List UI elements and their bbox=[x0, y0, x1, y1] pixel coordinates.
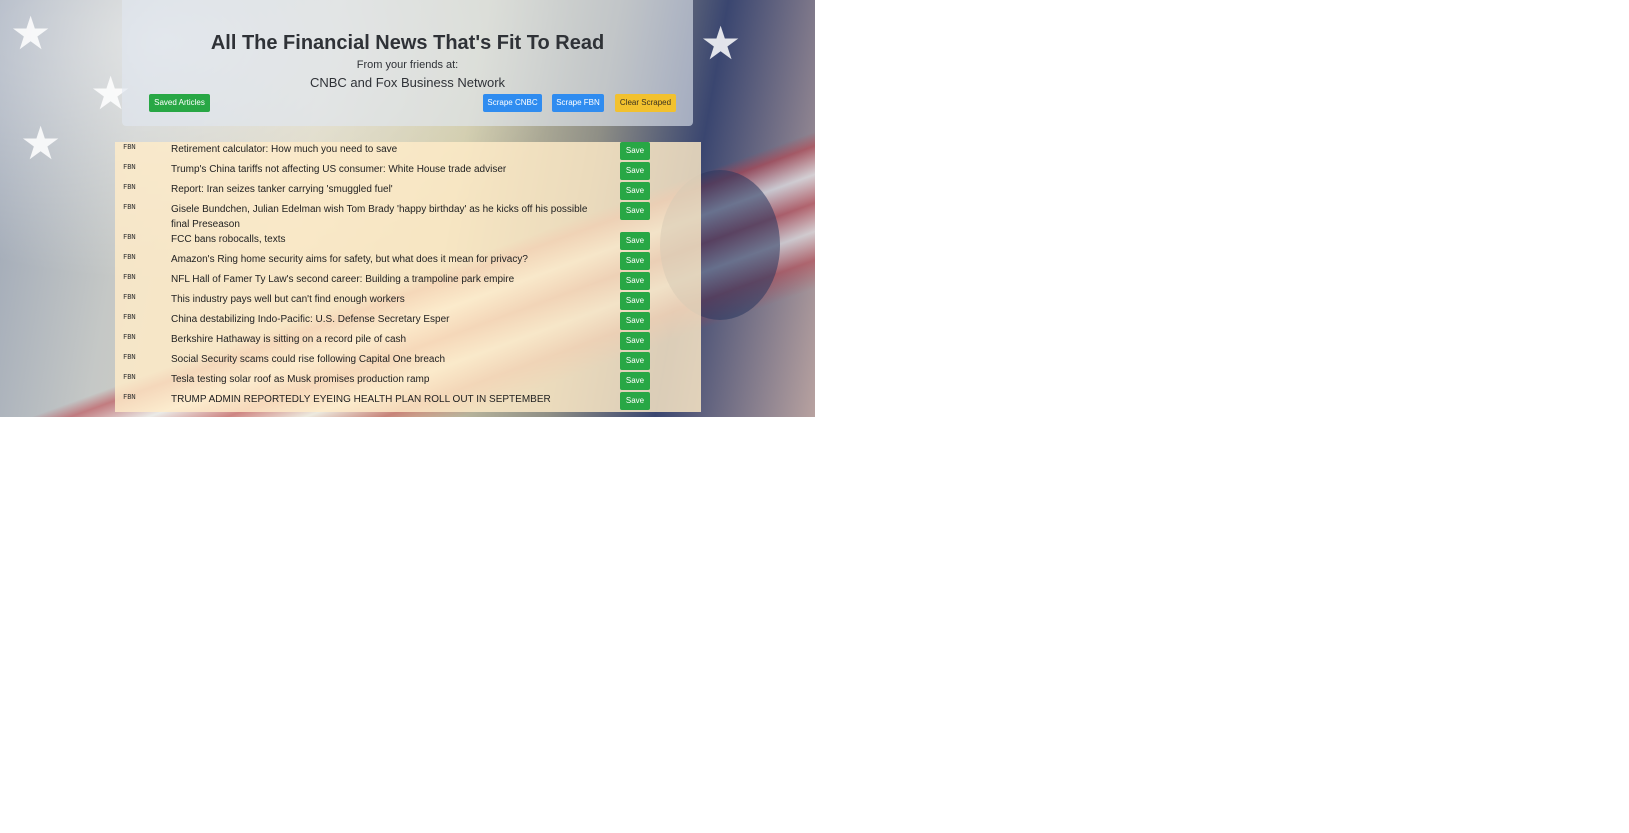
article-headline: Berkshire Hathaway is sitting on a recor… bbox=[171, 334, 407, 345]
article-headline: Amazon's Ring home security aims for saf… bbox=[171, 254, 528, 265]
article-headline: This industry pays well but can't find e… bbox=[171, 294, 405, 305]
article-headline: Social Security scams could rise followi… bbox=[171, 354, 446, 365]
save-article-button[interactable]: Save bbox=[620, 332, 650, 350]
save-article-button[interactable]: Save bbox=[620, 392, 650, 410]
article-source: FBN bbox=[123, 393, 136, 401]
scrape-fbn-button[interactable]: Scrape FBN bbox=[552, 94, 604, 112]
save-article-button[interactable]: Save bbox=[620, 372, 650, 390]
article-headline: TRUMP ADMIN REPORTEDLY EYEING HEALTH PLA… bbox=[171, 394, 551, 405]
article-source: FBN bbox=[123, 333, 136, 341]
article-headline: Tesla testing solar roof as Musk promise… bbox=[171, 374, 430, 385]
save-article-button[interactable]: Save bbox=[620, 292, 650, 310]
site-header: All The Financial News That's Fit To Rea… bbox=[122, 0, 693, 126]
article-source: FBN bbox=[123, 203, 136, 211]
article-source: FBN bbox=[123, 253, 136, 261]
saved-articles-button[interactable]: Saved Articles bbox=[149, 94, 210, 112]
save-article-button[interactable]: Save bbox=[620, 142, 650, 160]
save-article-button[interactable]: Save bbox=[620, 352, 650, 370]
save-article-button[interactable]: Save bbox=[620, 252, 650, 270]
article-headline: Retirement calculator: How much you need… bbox=[171, 144, 398, 155]
save-article-button[interactable]: Save bbox=[620, 202, 650, 220]
page-subtitle: From your friends at: bbox=[356, 59, 459, 71]
article-headline: China destabilizing Indo-Pacific: U.S. D… bbox=[171, 314, 450, 325]
article-headline: FCC bans robocalls, texts bbox=[171, 234, 286, 245]
article-source: FBN bbox=[123, 183, 136, 191]
network-names: CNBC and Fox Business Network bbox=[309, 75, 506, 90]
article-source: FBN bbox=[123, 273, 136, 281]
article-source: FBN bbox=[123, 313, 136, 321]
save-article-button[interactable]: Save bbox=[620, 232, 650, 250]
article-list: FBN Retirement calculator: How much you n… bbox=[115, 142, 701, 412]
page-viewport: ★ ★ ★ ★ All The Financial News That's Fi… bbox=[0, 0, 815, 417]
article-source: FBN bbox=[123, 353, 136, 361]
article-source: FBN bbox=[123, 143, 136, 151]
clear-scraped-button[interactable]: Clear Scraped bbox=[615, 94, 676, 112]
article-source: FBN bbox=[123, 373, 136, 381]
scrape-cnbc-button[interactable]: Scrape CNBC bbox=[483, 94, 542, 112]
page-title: All The Financial News That's Fit To Rea… bbox=[210, 32, 605, 54]
save-article-button[interactable]: Save bbox=[620, 162, 650, 180]
article-source: FBN bbox=[123, 233, 136, 241]
article-source: FBN bbox=[123, 293, 136, 301]
article-headline: NFL Hall of Famer Ty Law's second career… bbox=[171, 274, 515, 285]
save-article-button[interactable]: Save bbox=[620, 272, 650, 290]
article-headline: Gisele Bundchen, Julian Edelman wish Tom… bbox=[171, 204, 588, 230]
save-article-button[interactable]: Save bbox=[620, 182, 650, 200]
save-article-button[interactable]: Save bbox=[620, 312, 650, 330]
article-headline: Report: Iran seizes tanker carrying 'smu… bbox=[171, 184, 393, 195]
article-headline: Trump's China tariffs not affecting US c… bbox=[171, 164, 507, 175]
article-source: FBN bbox=[123, 163, 136, 171]
